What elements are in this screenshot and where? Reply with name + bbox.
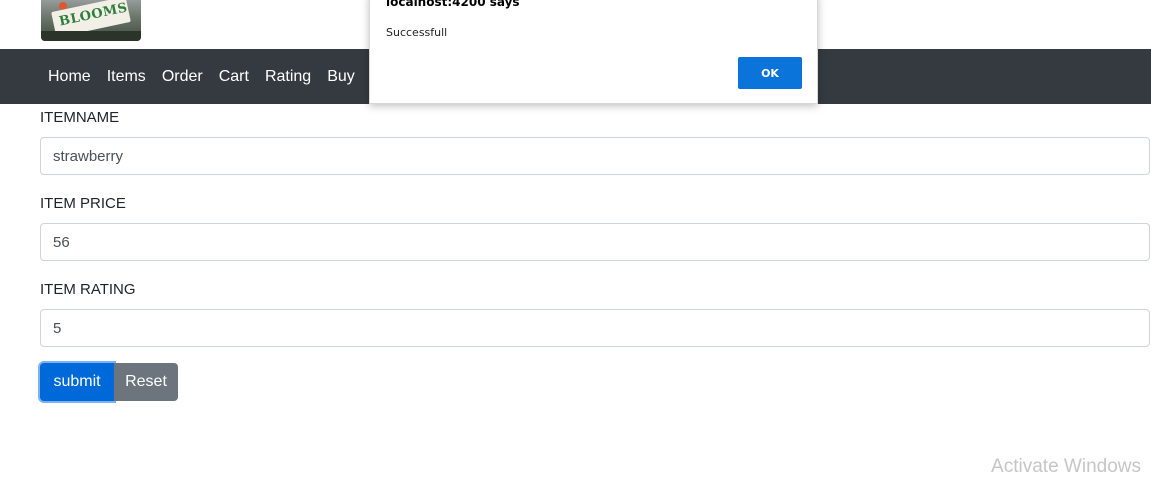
dialog-message: Successfull (386, 26, 448, 39)
item-price-label: ITEM PRICE (40, 195, 126, 212)
logo-text: BLOOMS (57, 0, 129, 30)
nav-items[interactable]: Items (107, 68, 146, 86)
nav-buy[interactable]: Buy (327, 68, 355, 86)
item-name-input[interactable] (40, 137, 1150, 175)
alert-dialog: localhost:4200 says Successfull OK (369, 0, 818, 104)
submit-button[interactable]: submit (40, 363, 114, 401)
item-rating-input[interactable] (40, 309, 1150, 347)
logo-ground (41, 31, 141, 41)
nav-order[interactable]: Order (162, 68, 203, 86)
item-price-input[interactable] (40, 223, 1150, 261)
site-logo[interactable]: BLOOMS (41, 0, 141, 41)
item-rating-label: ITEM RATING (40, 281, 136, 298)
item-name-label: ITEMNAME (40, 109, 120, 126)
dialog-title: localhost:4200 says (386, 0, 520, 9)
nav-links: Home Items Order Cart Rating Buy (48, 49, 371, 104)
reset-button[interactable]: Reset (114, 363, 178, 401)
activate-windows-watermark: Activate Windows (991, 456, 1141, 477)
nav-rating[interactable]: Rating (265, 68, 311, 86)
dialog-ok-button[interactable]: OK (738, 57, 802, 89)
nav-home[interactable]: Home (48, 68, 91, 86)
nav-cart[interactable]: Cart (219, 68, 249, 86)
